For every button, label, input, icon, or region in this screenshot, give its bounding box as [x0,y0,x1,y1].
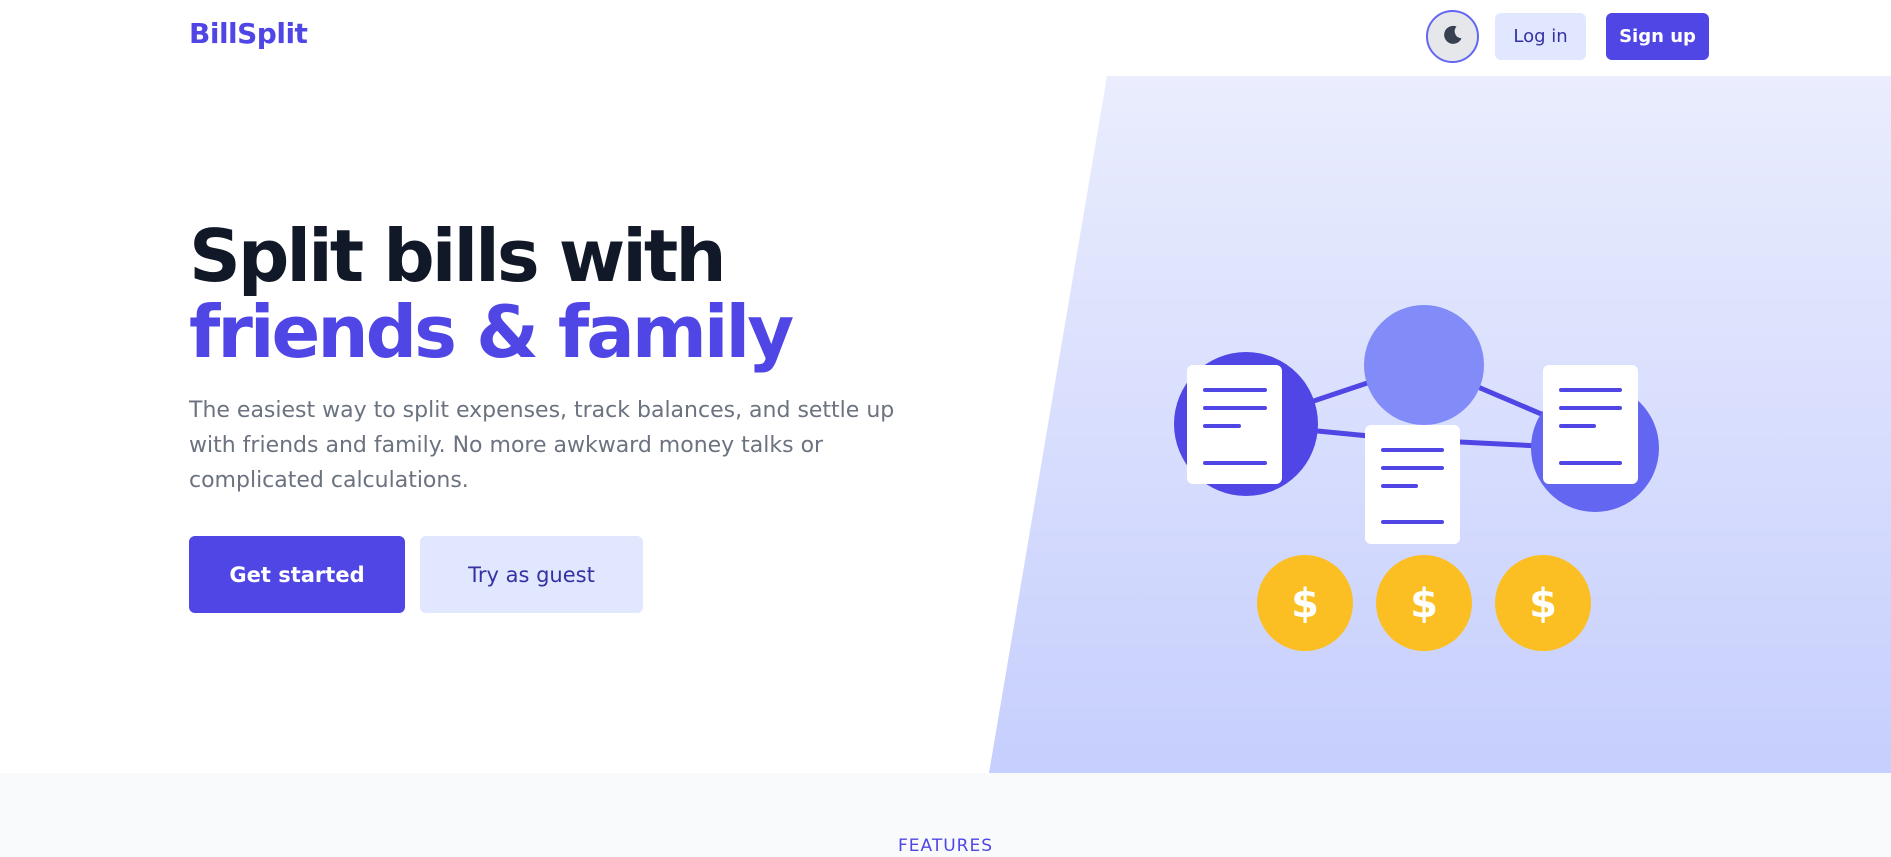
coin-symbol: $ [1529,581,1557,627]
top-nav: BillSplit Log in Sign up [0,0,1891,76]
bill-split-illustration: $ $ $ [1174,305,1659,651]
get-started-button[interactable]: Get started [189,536,405,613]
receipt-icon [1543,365,1638,484]
dollar-coin-icon: $ [1257,555,1353,651]
try-as-guest-button[interactable]: Try as guest [420,536,643,613]
hero-title: Split bills with friends & family [189,214,794,374]
brand-logo[interactable]: BillSplit [189,17,308,50]
dollar-coin-icon: $ [1376,555,1472,651]
hero-description: The easiest way to split expenses, track… [189,398,895,493]
landing-page: BillSplit Log in Sign up Split bills wit… [0,0,1891,857]
dollar-coin-icon: $ [1495,555,1591,651]
hero-title-line1: Split bills with [189,214,727,298]
coin-symbol: $ [1291,581,1319,627]
features-eyebrow: FEATURES [897,836,993,856]
receipt-icon [1187,365,1282,484]
receipt-icon [1365,425,1460,544]
hero-title-line2: friends & family [189,290,794,374]
login-button[interactable]: Log in [1495,13,1586,60]
coin-symbol: $ [1410,581,1438,627]
signup-button[interactable]: Sign up [1606,13,1709,60]
person-circle-top [1364,305,1484,425]
theme-toggle-button[interactable] [1426,10,1479,63]
moon-icon [1441,23,1465,51]
